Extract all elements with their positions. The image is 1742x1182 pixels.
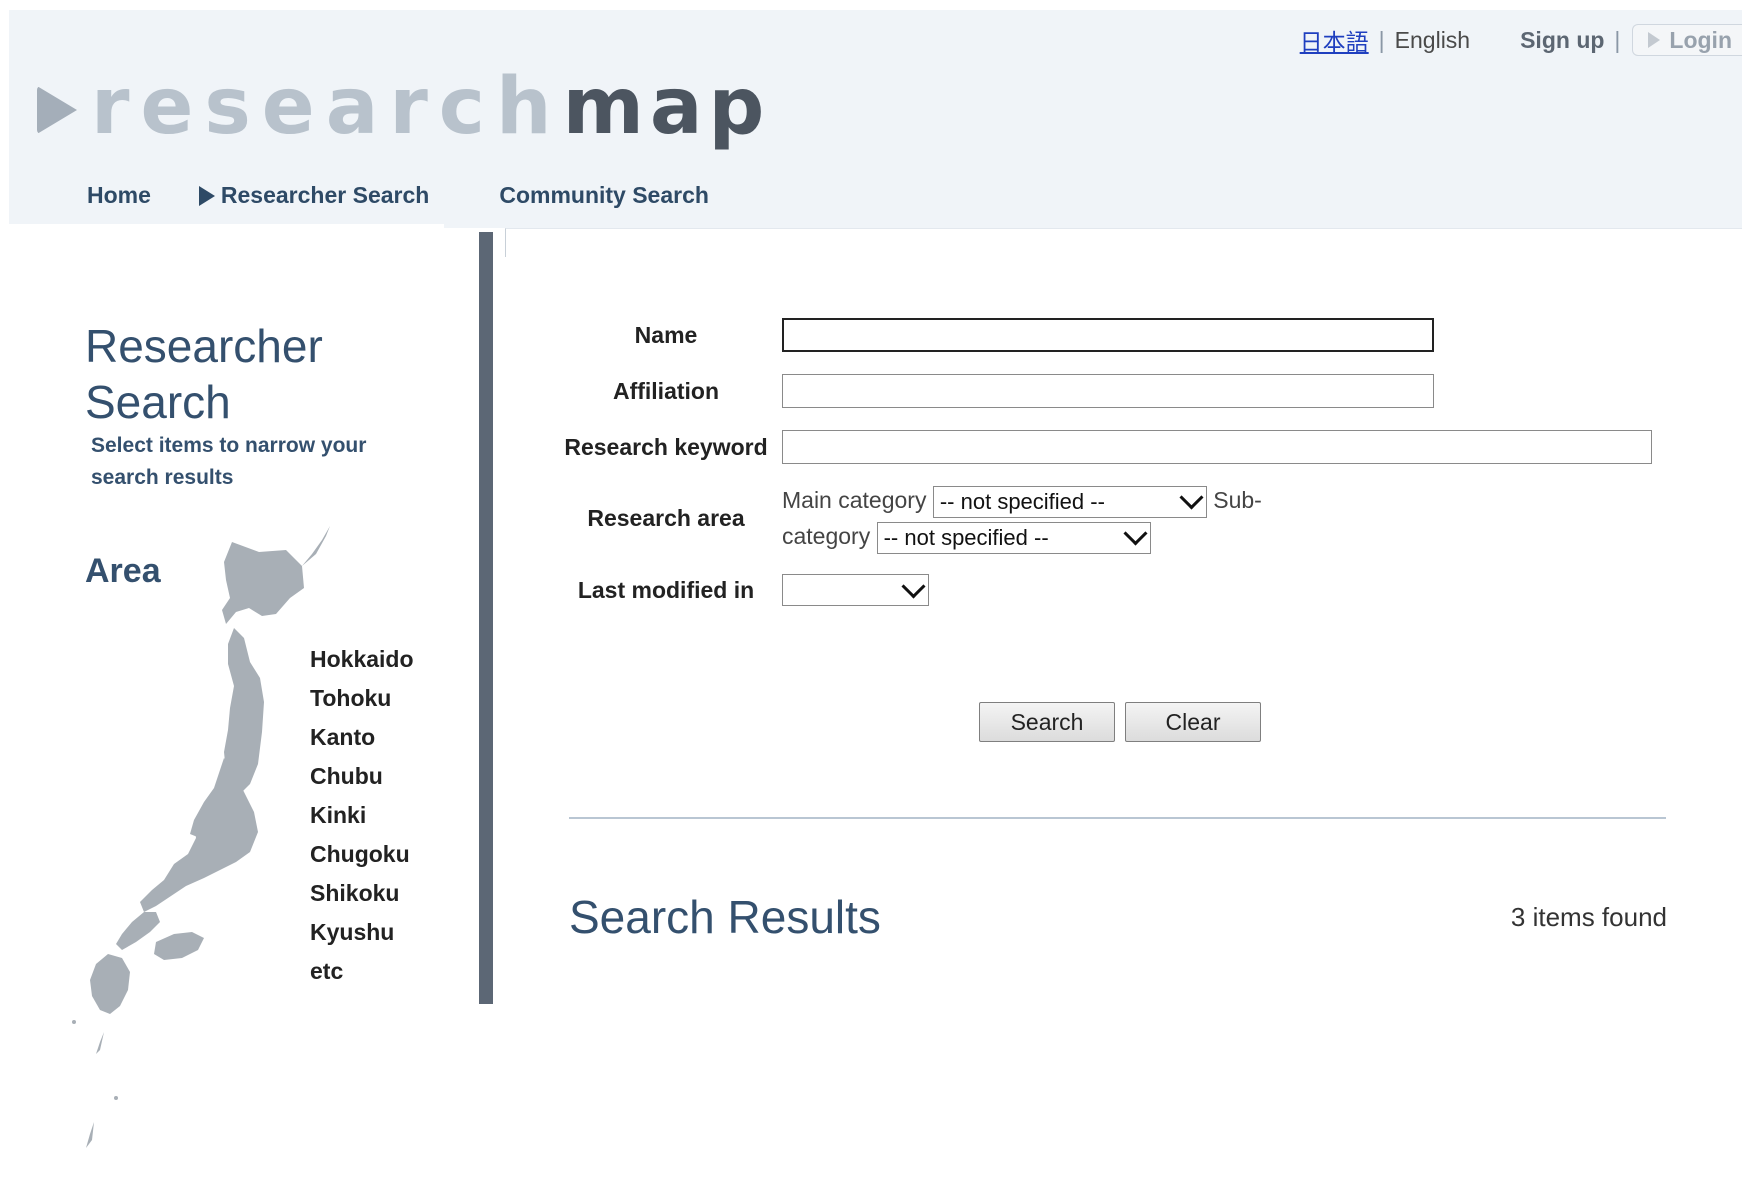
last-modified-select[interactable] xyxy=(782,573,929,606)
search-results-heading: Search Results xyxy=(569,891,881,943)
separator: | xyxy=(1378,26,1385,53)
region-tohoku[interactable]: Tohoku xyxy=(310,679,414,718)
sidebar-title-line2: Search xyxy=(85,376,231,428)
region-list: Hokkaido Tohoku Kanto Chubu Kinki Chugok… xyxy=(310,640,414,991)
region-kyushu[interactable]: Kyushu xyxy=(310,913,414,952)
sidebar-subtitle: Select items to narrow your search resul… xyxy=(91,434,367,489)
research-area-selects: Main category -- not specified -- Sub- c… xyxy=(782,482,1302,554)
results-count: 3 items found xyxy=(1510,902,1667,932)
research-area-row: Research area Main category -- not speci… xyxy=(558,482,1302,554)
sidebar: Researcher Search Select items to narrow… xyxy=(9,232,493,1148)
nav-home[interactable]: Home xyxy=(87,182,151,209)
region-hokkaido[interactable]: Hokkaido xyxy=(310,640,414,679)
nav-community-search[interactable]: Community Search xyxy=(499,182,709,209)
main-category-value: -- not specified -- xyxy=(939,488,1105,514)
research-area-label: Research area xyxy=(587,504,745,531)
region-etc[interactable]: etc xyxy=(310,952,414,991)
sub-category-label-part2: category xyxy=(782,523,871,549)
chevron-down-icon xyxy=(901,573,926,599)
sub-category-select[interactable]: -- not specified -- xyxy=(876,521,1151,554)
keyword-label: Research keyword xyxy=(564,433,768,460)
main-category-select[interactable]: -- not specified -- xyxy=(932,485,1207,518)
region-kinki[interactable]: Kinki xyxy=(310,796,414,835)
top-utility-bar: 日本語 | English Sign up | Login xyxy=(1300,23,1742,57)
keyword-row: Research keyword xyxy=(558,430,1652,464)
name-row: Name xyxy=(558,318,1434,352)
login-button[interactable]: Login xyxy=(1632,24,1742,56)
active-arrow-icon xyxy=(198,185,215,206)
main-content: Name Affiliation Research keyword Resear… xyxy=(493,232,1742,1004)
name-label: Name xyxy=(634,321,698,348)
main-nav: Home Researcher Search Community Search xyxy=(87,182,709,209)
site-header: 日本語 | English Sign up | Login research m… xyxy=(9,10,1742,228)
area-heading: Area xyxy=(85,552,161,590)
main-category-label: Main category xyxy=(782,487,927,513)
search-button[interactable]: Search xyxy=(979,702,1115,742)
keyword-input[interactable] xyxy=(782,430,1652,464)
region-shikoku[interactable]: Shikoku xyxy=(310,874,414,913)
chevron-down-icon xyxy=(1179,485,1204,510)
sub-category-label-part1: Sub- xyxy=(1213,487,1262,513)
sidebar-title: Researcher Search xyxy=(85,318,323,430)
sign-up-link[interactable]: Sign up xyxy=(1520,27,1604,54)
region-chugoku[interactable]: Chugoku xyxy=(310,835,414,874)
affiliation-label: Affiliation xyxy=(612,377,720,404)
last-modified-row: Last modified in xyxy=(558,573,929,606)
region-kanto[interactable]: Kanto xyxy=(310,718,414,757)
nav-researcher-search-label: Researcher Search xyxy=(220,182,430,208)
language-japanese-link[interactable]: 日本語 xyxy=(1300,23,1369,57)
affiliation-row: Affiliation xyxy=(558,374,1434,408)
chevron-down-icon xyxy=(1123,521,1148,546)
clear-button[interactable]: Clear xyxy=(1125,702,1261,742)
play-arrow-icon xyxy=(1648,32,1661,48)
language-english-link[interactable]: English xyxy=(1395,27,1470,54)
affiliation-input[interactable] xyxy=(782,374,1434,408)
divider xyxy=(569,817,1666,819)
login-label: Login xyxy=(1669,26,1732,53)
logo-text-map: map xyxy=(562,62,771,152)
logo-text-research: research xyxy=(91,62,563,152)
nav-researcher-search[interactable]: Researcher Search xyxy=(198,182,430,209)
last-modified-label: Last modified in xyxy=(577,576,755,603)
sidebar-title-line1: Researcher xyxy=(85,320,323,372)
separator: | xyxy=(1614,26,1621,53)
logo-arrow-icon xyxy=(37,86,77,134)
sub-category-value: -- not specified -- xyxy=(883,524,1049,550)
researchmap-logo[interactable]: research map xyxy=(37,62,770,152)
name-input[interactable] xyxy=(782,318,1434,352)
region-chubu[interactable]: Chubu xyxy=(310,757,414,796)
